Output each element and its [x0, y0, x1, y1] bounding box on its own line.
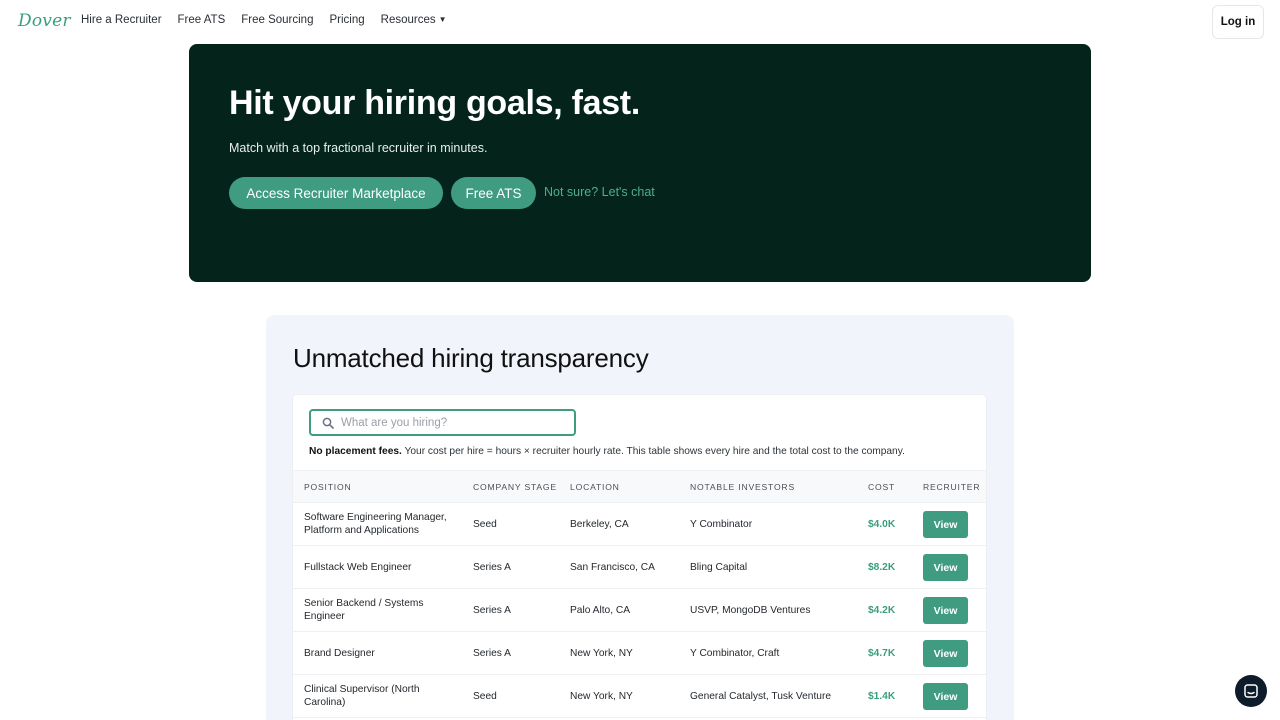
cost-cell: $4.2K [868, 605, 896, 616]
view-recruiter-button[interactable]: View [923, 597, 968, 624]
lets-chat-link[interactable]: Not sure? Let's chat [544, 185, 655, 199]
section-title: Unmatched hiring transparency [293, 343, 649, 373]
investors-cell: Y Combinator, Craft [690, 648, 780, 659]
investors-cell: Y Combinator [690, 519, 753, 530]
logo[interactable]: Dover [18, 11, 71, 31]
hero-subtitle: Match with a top fractional recruiter in… [229, 141, 488, 155]
cost-cell: $1.4K [868, 691, 896, 702]
view-recruiter-button[interactable]: View [923, 554, 968, 581]
investors-cell: USVP, MongoDB Ventures [690, 605, 811, 616]
nav-link-hire-recruiter[interactable]: Hire a Recruiter [81, 14, 162, 26]
view-recruiter-button[interactable]: View [923, 511, 968, 538]
stage-cell: Series A [473, 605, 511, 616]
pricing-note-bold: No placement fees. [309, 446, 402, 457]
search-box[interactable] [309, 409, 576, 436]
stage-cell: Series A [473, 648, 511, 659]
search-input[interactable] [341, 416, 561, 429]
table-header: Position Company Stage Location Notable … [293, 470, 986, 503]
location-cell: San Francisco, CA [570, 562, 655, 573]
position-cell: Brand Designer [304, 648, 375, 659]
col-notable-investors[interactable]: Notable Investors [690, 482, 795, 492]
investors-cell: General Catalyst, Tusk Venture [690, 691, 831, 702]
pricing-note-text: Your cost per hire = hours × recruiter h… [401, 446, 905, 457]
table-row: Software Engineering Manager, Platform a… [293, 503, 986, 546]
nav-link-resources-label: Resources [380, 14, 436, 26]
stage-cell: Series A [473, 562, 511, 573]
caret-down-icon: ▼ [438, 15, 447, 24]
view-recruiter-button[interactable]: View [923, 683, 968, 710]
col-position[interactable]: Position [304, 482, 351, 492]
stage-cell: Seed [473, 519, 497, 530]
location-cell: Berkeley, CA [570, 519, 629, 530]
col-cost[interactable]: Cost [868, 482, 895, 492]
table-row: Senior Backend / Systems Engineer Series… [293, 589, 986, 632]
nav-link-pricing[interactable]: Pricing [329, 14, 364, 26]
access-marketplace-button[interactable]: Access Recruiter Marketplace [229, 177, 443, 209]
position-cell: Fullstack Web Engineer [304, 562, 412, 573]
location-cell: New York, NY [570, 648, 633, 659]
position-cell: Clinical Supervisor (North Carolina) [304, 684, 420, 708]
hero-title: Hit your hiring goals, fast. [229, 84, 640, 122]
col-recruiter[interactable]: Recruiter [923, 482, 980, 492]
nav-link-free-sourcing[interactable]: Free Sourcing [241, 14, 313, 26]
login-button[interactable]: Log in [1212, 5, 1264, 39]
table-row: Fullstack Web Engineer Series A San Fran… [293, 546, 986, 589]
chat-icon [1244, 684, 1258, 698]
hires-table-card: No placement fees. Your cost per hire = … [293, 395, 986, 720]
stage-cell: Seed [473, 691, 497, 702]
top-nav: Dover Hire a Recruiter Free ATS Free Sou… [0, 0, 1280, 44]
nav-link-free-ats[interactable]: Free ATS [178, 14, 226, 26]
search-icon [319, 414, 337, 432]
position-cell: Software Engineering Manager, Platform a… [304, 512, 447, 536]
cost-cell: $4.7K [868, 648, 896, 659]
nav-links: Hire a Recruiter Free ATS Free Sourcing … [81, 14, 463, 26]
position-cell: Senior Backend / Systems Engineer [304, 598, 424, 622]
chat-widget-button[interactable] [1235, 675, 1267, 707]
location-cell: New York, NY [570, 691, 633, 702]
hero-section: Hit your hiring goals, fast. Match with … [189, 44, 1091, 282]
col-location[interactable]: Location [570, 482, 620, 492]
table-row: Brand Designer Series A New York, NY Y C… [293, 632, 986, 675]
col-company-stage[interactable]: Company Stage [473, 482, 557, 492]
view-recruiter-button[interactable]: View [923, 640, 968, 667]
free-ats-button[interactable]: Free ATS [451, 177, 536, 209]
location-cell: Palo Alto, CA [570, 605, 631, 616]
table-row: Clinical Supervisor (North Carolina) See… [293, 675, 986, 718]
nav-link-resources[interactable]: Resources ▼ [381, 14, 447, 26]
pricing-note: No placement fees. Your cost per hire = … [309, 446, 905, 457]
investors-cell: Bling Capital [690, 562, 748, 573]
cost-cell: $4.0K [868, 519, 896, 530]
transparency-section: Unmatched hiring transparency No placeme… [266, 315, 1014, 720]
cost-cell: $8.2K [868, 562, 896, 573]
